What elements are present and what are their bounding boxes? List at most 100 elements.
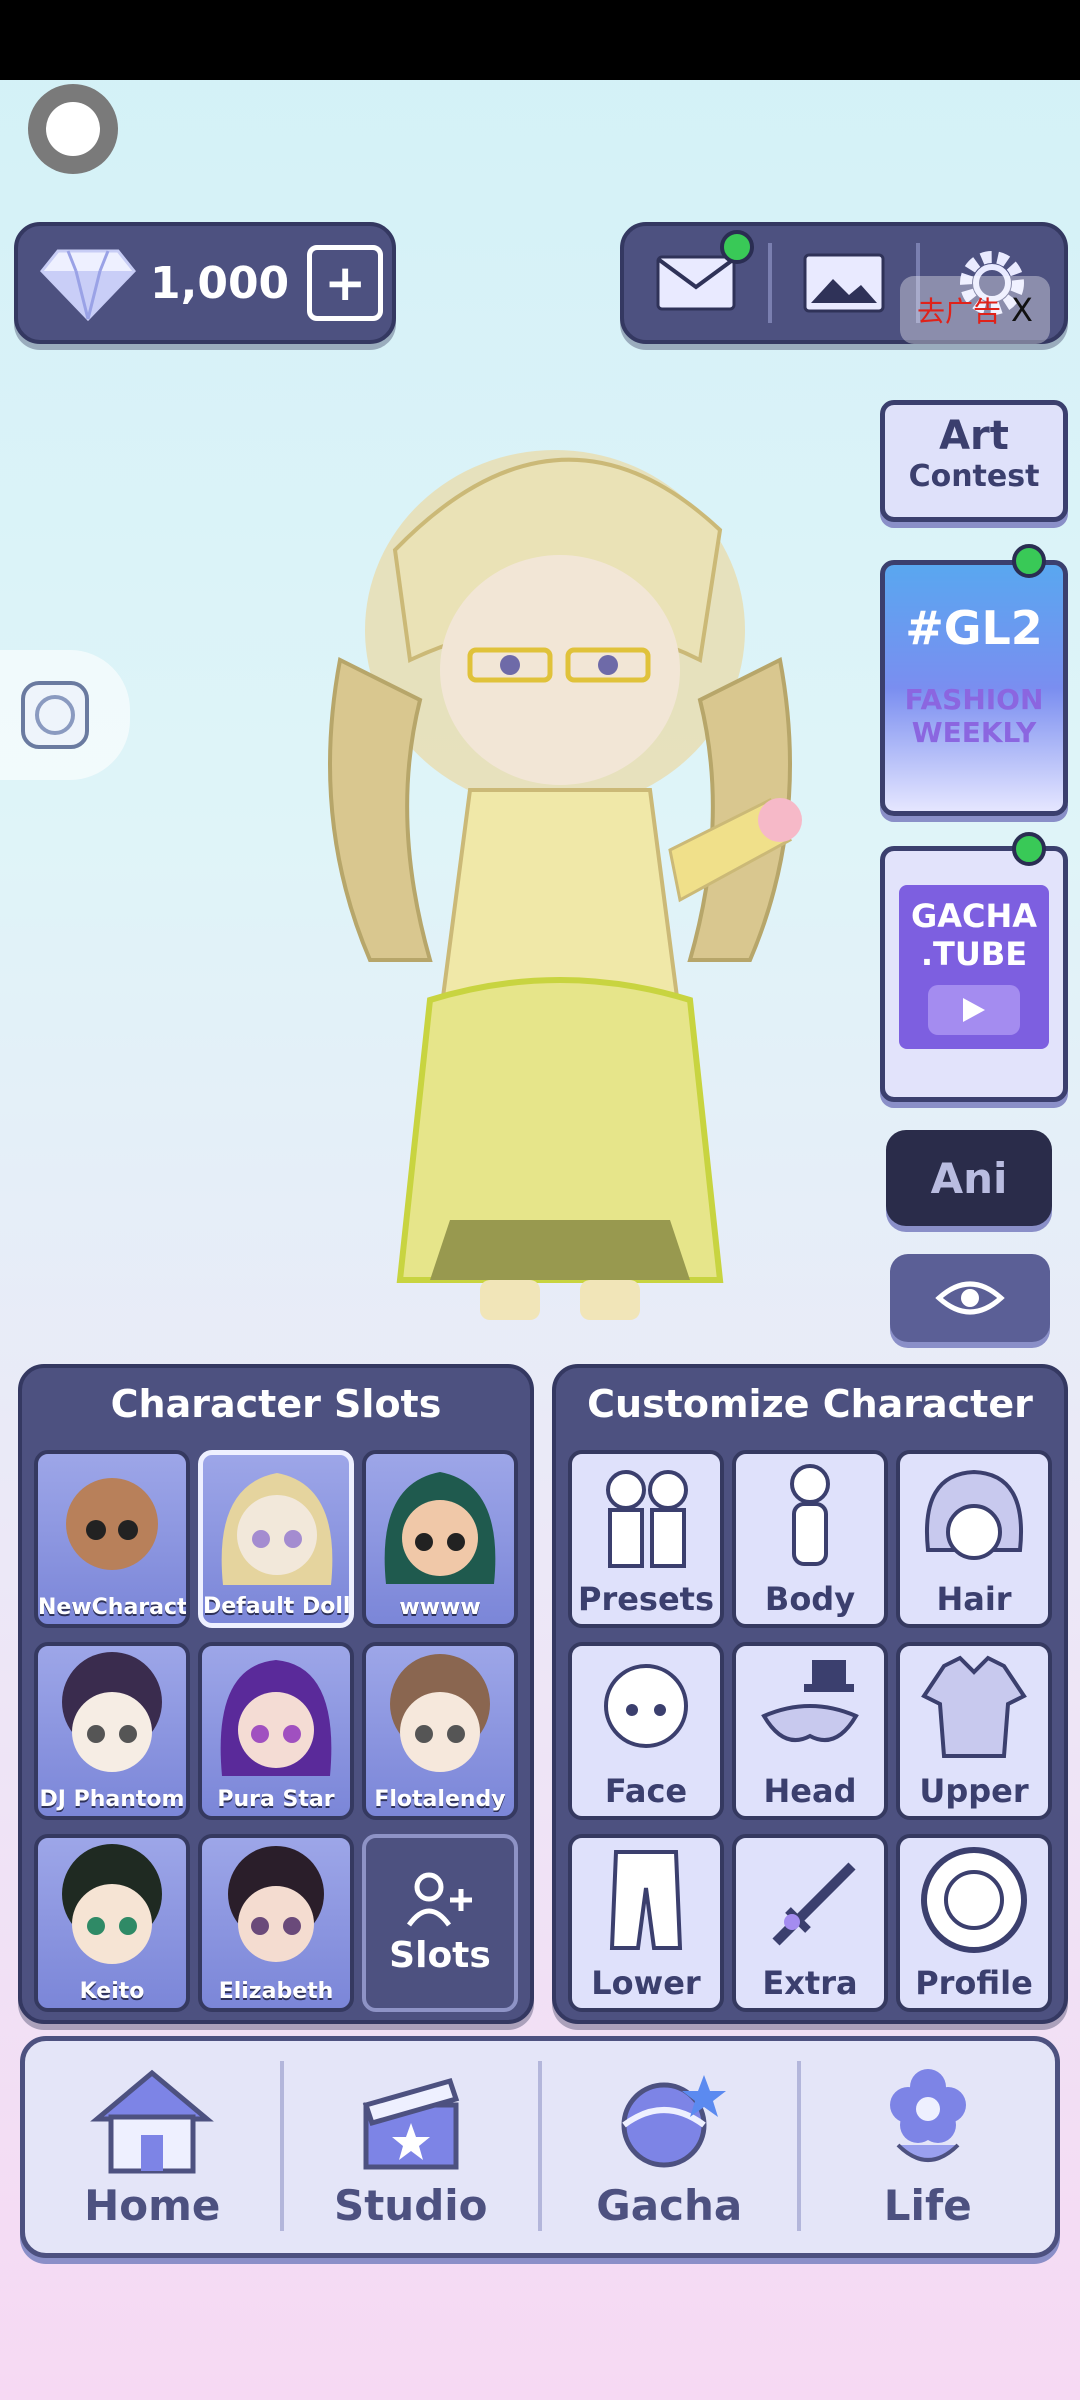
- character-slot[interactable]: wwww: [362, 1450, 518, 1628]
- gallery-button[interactable]: [772, 226, 916, 340]
- gl2-fashion-weekly-card[interactable]: #GL2 FASHION WEEKLY: [880, 560, 1068, 816]
- slot-label: DJ Phantom: [39, 1787, 185, 1812]
- add-slots-button[interactable]: Slots: [362, 1834, 518, 2012]
- lower-button[interactable]: Lower: [568, 1834, 724, 2012]
- shirt-icon: [921, 1655, 1027, 1758]
- slot-label: NewCharacter: [38, 1595, 186, 1620]
- customize-character-title: Customize Character: [587, 1382, 1033, 1426]
- face-label: Face: [604, 1772, 688, 1810]
- presets-icon: [606, 1470, 688, 1568]
- nav-studio-label: Studio: [333, 2180, 488, 2230]
- status-bar: [0, 0, 1080, 80]
- face-button[interactable]: Face: [568, 1642, 724, 1820]
- hair-icon: [925, 1469, 1023, 1560]
- mail-icon: [656, 255, 736, 311]
- character-slot-selected[interactable]: Default Doll: [198, 1450, 354, 1628]
- character-avatar: [66, 1478, 158, 1570]
- slot-label: Flotalendy: [374, 1787, 506, 1812]
- head-accessory-icon: [761, 1660, 859, 1742]
- slot-label: Elizabeth: [218, 1979, 334, 2004]
- flower-icon: [889, 2068, 966, 2162]
- character-preview[interactable]: [300, 400, 820, 1340]
- character-slots-title: Character Slots: [110, 1382, 442, 1426]
- hair-button[interactable]: Hair: [896, 1450, 1052, 1628]
- body-icon: [790, 1464, 830, 1566]
- slot-label: wwww: [399, 1595, 481, 1620]
- gl2-notification-dot: [1012, 544, 1046, 578]
- gem-count: 1,000: [150, 257, 290, 309]
- house-icon: [90, 2069, 215, 2173]
- nav-life[interactable]: Life: [801, 2041, 1056, 2253]
- add-user-icon: [406, 1872, 472, 1927]
- character-slots-grid: NewCharacter Default Doll wwww DJ Phanto…: [34, 1450, 518, 2012]
- extra-button[interactable]: Extra: [732, 1834, 888, 2012]
- character-avatar: [62, 1652, 162, 1772]
- character-slot[interactable]: Flotalendy: [362, 1642, 518, 1820]
- character-slot[interactable]: NewCharacter: [34, 1450, 190, 1628]
- bottom-navigation: Home Studio Gacha Life: [20, 2036, 1060, 2258]
- pants-icon: [609, 1850, 683, 1950]
- gacha-tube-card[interactable]: GACHA .TUBE: [880, 846, 1068, 1102]
- nav-studio[interactable]: Studio: [284, 2041, 539, 2253]
- art-contest-title: Art: [939, 413, 1009, 459]
- character-slot[interactable]: Keito: [34, 1834, 190, 2012]
- side-tab[interactable]: [0, 650, 130, 780]
- clapperboard-icon: [362, 2077, 459, 2169]
- character-avatar: [220, 1660, 332, 1776]
- body-label: Body: [764, 1580, 856, 1618]
- character-slots-panel: Character Slots NewCharacter Default Dol…: [18, 1364, 534, 2024]
- profile-button[interactable]: Profile: [896, 1834, 1052, 2012]
- nav-home[interactable]: Home: [25, 2041, 280, 2253]
- gl2-tag: #GL2: [905, 601, 1043, 655]
- upper-button[interactable]: Upper: [896, 1642, 1052, 1820]
- play-icon: [928, 985, 1020, 1035]
- badge-icon: [21, 681, 89, 749]
- customize-grid: Presets Body Hair Face Head Upper Lower: [568, 1450, 1052, 2012]
- sword-icon: [772, 1862, 856, 1946]
- art-contest-card[interactable]: Art Contest: [880, 400, 1068, 522]
- mail-notification-dot: [720, 230, 754, 264]
- close-ad-icon[interactable]: X: [1011, 291, 1033, 329]
- eye-icon: [935, 1281, 1005, 1315]
- nav-life-label: Life: [883, 2180, 972, 2230]
- add-gems-button[interactable]: +: [307, 245, 384, 321]
- slot-label: Keito: [79, 1979, 145, 2004]
- character-avatar: [221, 1473, 333, 1585]
- plus-icon: +: [324, 254, 367, 312]
- upper-label: Upper: [919, 1772, 1029, 1810]
- gacha-ball-icon: [621, 2074, 727, 2167]
- lower-label: Lower: [591, 1964, 701, 2002]
- slot-label: Default Doll: [203, 1594, 349, 1619]
- record-button[interactable]: [28, 84, 118, 174]
- image-icon: [803, 253, 885, 313]
- character-slot[interactable]: Pura Star: [198, 1642, 354, 1820]
- art-contest-subtitle: Contest: [908, 459, 1040, 494]
- gacha-tube-line1: GACHA: [910, 897, 1038, 935]
- character-avatar: [384, 1472, 496, 1584]
- gem-counter[interactable]: 1,000 +: [14, 222, 396, 344]
- character-slot[interactable]: DJ Phantom: [34, 1642, 190, 1820]
- face-icon: [604, 1664, 688, 1748]
- ani-button[interactable]: Ani: [886, 1130, 1052, 1226]
- hide-ui-button[interactable]: [890, 1254, 1050, 1342]
- character-slot[interactable]: Elizabeth: [198, 1834, 354, 2012]
- customize-character-panel: Customize Character Presets Body Hair Fa…: [552, 1364, 1068, 2024]
- mail-button[interactable]: [624, 226, 768, 340]
- character-avatar: [228, 1846, 324, 1962]
- nav-gacha-label: Gacha: [596, 2180, 743, 2230]
- gacha-tube-line2: .TUBE: [920, 935, 1028, 973]
- profile-label: Profile: [915, 1964, 1033, 2002]
- slot-label: Pura Star: [217, 1787, 335, 1812]
- nav-home-label: Home: [84, 2180, 221, 2230]
- character-avatar: [62, 1844, 162, 1964]
- presets-label: Presets: [577, 1580, 715, 1618]
- hair-label: Hair: [936, 1580, 1012, 1618]
- presets-button[interactable]: Presets: [568, 1450, 724, 1628]
- diamond-icon: [40, 249, 136, 322]
- add-slots-label: Slots: [389, 1934, 491, 1976]
- remove-ads-button[interactable]: 去广告 X: [900, 276, 1050, 344]
- gacha-tube-notification-dot: [1012, 832, 1046, 866]
- head-button[interactable]: Head: [732, 1642, 888, 1820]
- nav-gacha[interactable]: Gacha: [542, 2041, 797, 2253]
- body-button[interactable]: Body: [732, 1450, 888, 1628]
